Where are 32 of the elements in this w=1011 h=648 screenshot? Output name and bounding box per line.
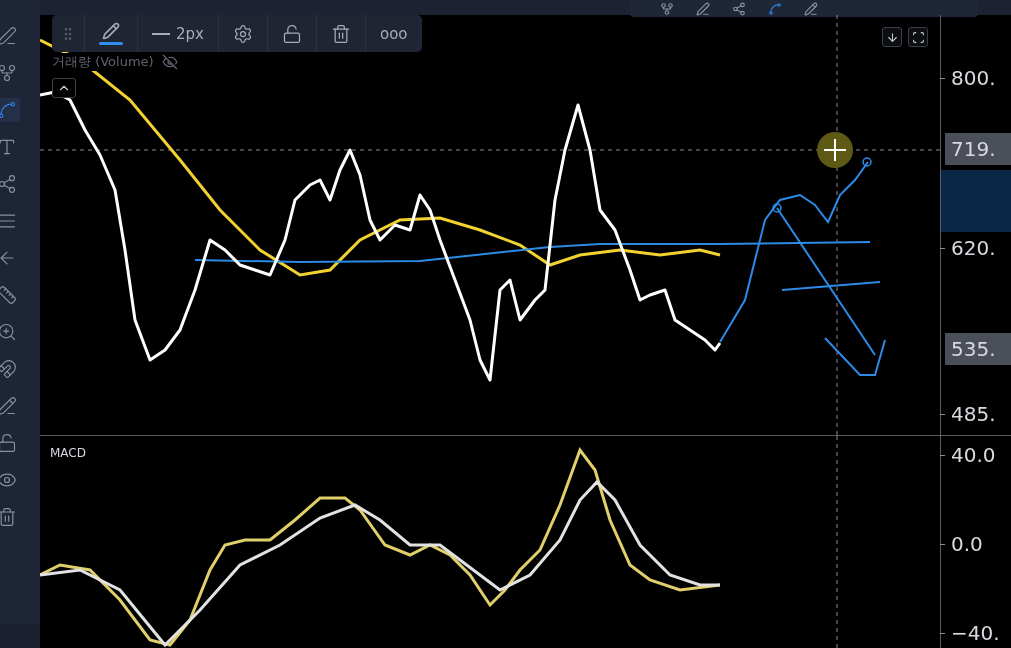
axis-label: 620. xyxy=(950,235,997,263)
pencil-icon xyxy=(102,22,120,40)
line-width-button[interactable]: 2px xyxy=(146,20,210,47)
price-marker-label: 719. xyxy=(945,133,1011,166)
axis-label: 485. xyxy=(950,401,997,428)
curve-tool-button[interactable] xyxy=(0,98,20,122)
fork-icon[interactable] xyxy=(660,1,674,16)
more-button[interactable]: ooo xyxy=(373,20,414,47)
crosshair-cursor-icon xyxy=(817,132,853,168)
line-icon[interactable] xyxy=(696,1,710,16)
axis-label: 40.0 xyxy=(950,442,997,470)
volume-legend: 거래량 (Volume) xyxy=(52,53,154,71)
macd-title: MACD xyxy=(50,446,86,460)
scroll-down-button[interactable] xyxy=(882,27,902,47)
frame-icon xyxy=(911,30,925,44)
pencil-icon[interactable] xyxy=(804,1,818,16)
fullscreen-button[interactable] xyxy=(908,27,928,47)
arrow-down-icon xyxy=(885,30,899,44)
axis-label: 800. xyxy=(950,65,997,92)
curve-icon[interactable] xyxy=(768,1,782,16)
axis-label: −40. xyxy=(950,620,1001,648)
price-marker-label: 535. xyxy=(945,332,1011,365)
anchor-point[interactable] xyxy=(862,157,872,167)
axis-label: 0.0 xyxy=(950,531,984,559)
collapse-button[interactable] xyxy=(52,78,76,98)
trash-icon xyxy=(330,23,351,44)
range-highlight xyxy=(941,170,1011,232)
anchor-point[interactable] xyxy=(772,203,782,213)
eye-off-icon[interactable] xyxy=(161,54,178,70)
nodes-icon[interactable] xyxy=(732,1,746,16)
settings-icon xyxy=(232,23,253,44)
unlock-icon xyxy=(281,23,302,44)
